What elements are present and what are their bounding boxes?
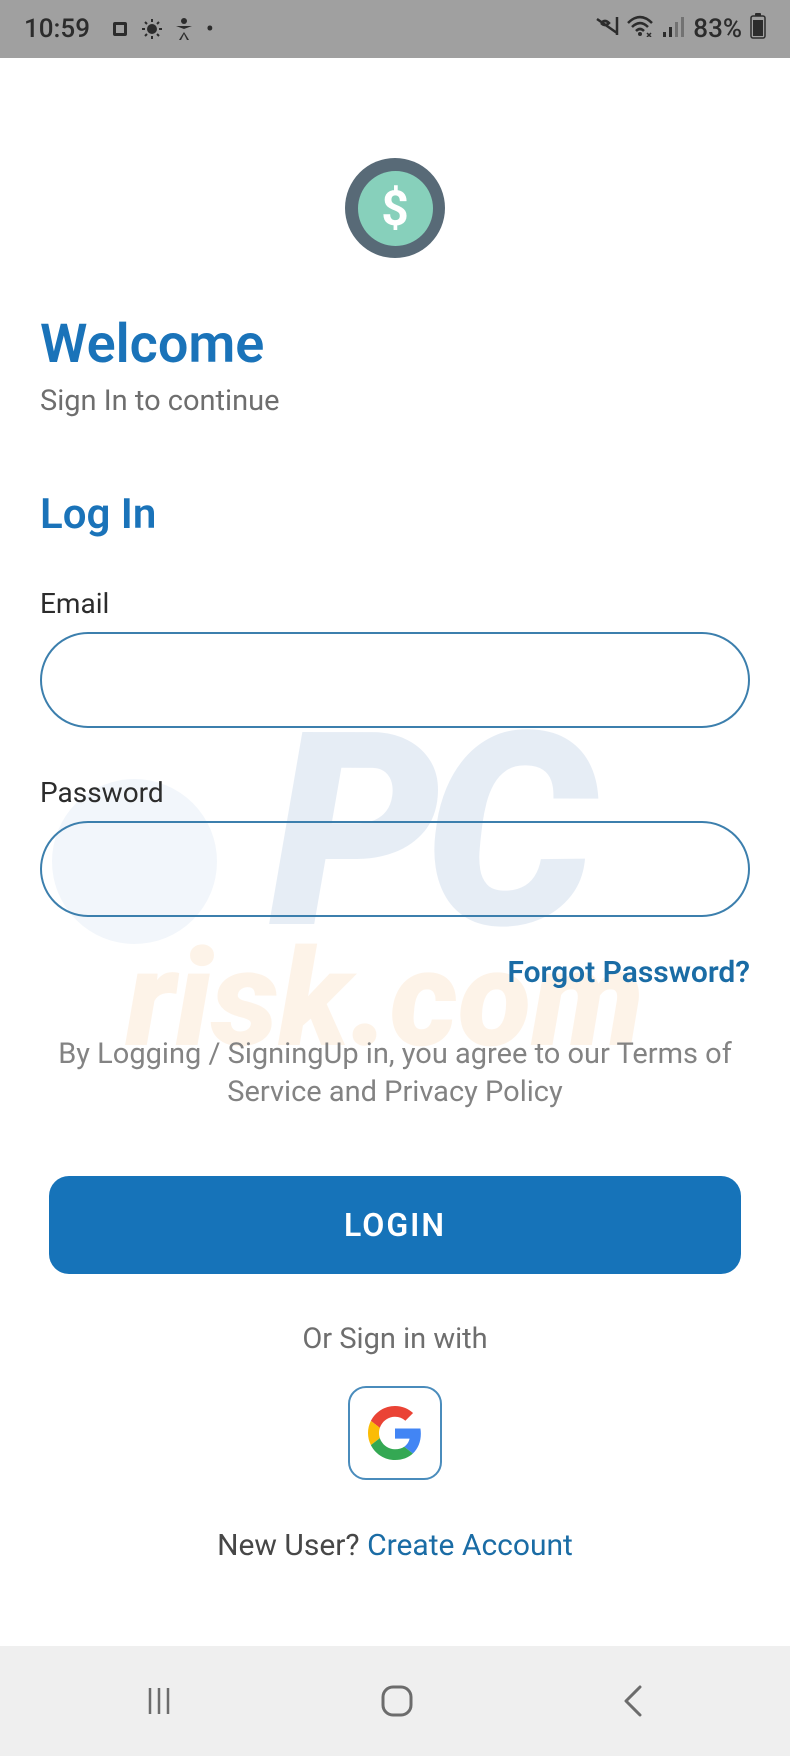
google-icon [368, 1406, 422, 1460]
navigation-bar [0, 1646, 790, 1756]
status-left-icons: • [110, 17, 214, 42]
app-logo: $ [345, 158, 445, 258]
status-left-section: 10:59 • [24, 14, 214, 44]
status-time: 10:59 [24, 14, 90, 44]
dot-icon: • [206, 17, 214, 42]
back-button[interactable] [618, 1683, 648, 1719]
dollar-icon: $ [358, 171, 433, 246]
alarm-icon [110, 19, 130, 39]
email-label: Email [40, 587, 750, 620]
logo-container: $ [40, 158, 750, 258]
status-right-section: 83% [595, 13, 766, 46]
terms-text: By Logging / SigningUp in, you agree to … [40, 1036, 750, 1111]
wifi-icon [627, 14, 653, 44]
login-heading: Log In [40, 490, 750, 539]
password-label: Password [40, 776, 750, 809]
status-bar: 10:59 • 83% [0, 0, 790, 58]
new-user-row: New User? Create Account [40, 1528, 750, 1563]
email-field[interactable] [40, 632, 750, 728]
recents-button[interactable] [142, 1684, 176, 1718]
forgot-password-link[interactable]: Forgot Password? [40, 955, 750, 990]
password-field[interactable] [40, 821, 750, 917]
login-button[interactable]: LOGIN [49, 1176, 741, 1274]
home-button[interactable] [379, 1683, 415, 1719]
accessibility-icon [174, 19, 194, 39]
signal-icon [661, 14, 685, 44]
main-content: PC risk.com $ Welcome Sign In to continu… [0, 158, 790, 1563]
battery-percent: 83% [693, 14, 742, 44]
battery-icon [750, 13, 766, 46]
welcome-subtitle: Sign In to continue [40, 384, 750, 418]
create-account-link[interactable]: Create Account [367, 1528, 573, 1563]
brightness-icon [142, 19, 162, 39]
vibrate-icon [595, 14, 619, 44]
alt-signin-text: Or Sign in with [40, 1322, 750, 1356]
new-user-text: New User? [217, 1528, 367, 1563]
welcome-title: Welcome [40, 313, 750, 376]
google-signin-button[interactable] [348, 1386, 442, 1480]
